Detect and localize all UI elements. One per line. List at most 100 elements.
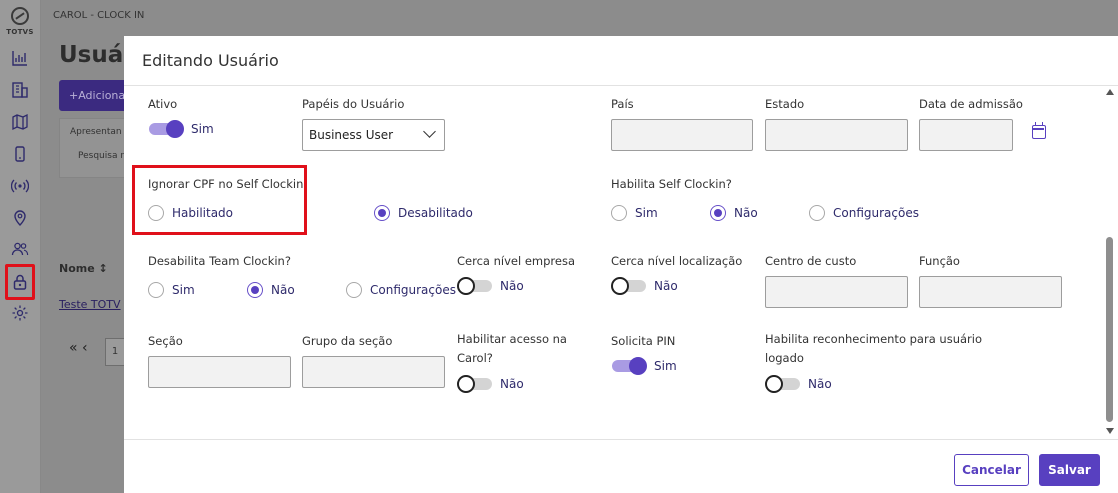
left-nav: TOTVS [0,0,41,493]
highlight-box [132,165,307,235]
cerca-empresa-toggle[interactable]: Não [457,277,524,295]
habilita-self-label: Habilita Self Clockin? [611,177,732,191]
estado-field[interactable] [765,119,908,151]
papeis-select[interactable]: Business User [302,119,445,151]
data-admissao-field[interactable] [919,119,1013,151]
radio-label: Configurações [370,283,456,297]
radio-label: Não [271,283,295,297]
habilita-self-nao-radio[interactable]: Não [710,205,758,221]
funcao-label: Função [919,254,960,268]
modal-header: Editando Usuário [124,36,1118,86]
calendar-icon[interactable] [1032,122,1046,139]
toggle-track [765,375,800,393]
present-label: Apresentan [70,127,122,137]
desabilita-team-sim-radio[interactable]: Sim [148,282,195,298]
cerca-empresa-label: Cerca nível empresa [457,254,575,268]
scroll-thumb[interactable] [1106,237,1113,422]
centro-custo-label: Centro de custo [765,254,857,268]
cerca-localizacao-toggle[interactable]: Não [611,277,678,295]
desabilita-team-label: Desabilita Team Clockin? [148,254,291,268]
toggle-label: Sim [654,359,677,373]
habilitar-acesso-toggle[interactable]: Não [457,375,524,393]
save-button[interactable]: Salvar [1039,454,1100,486]
map-icon[interactable] [11,113,29,131]
table-row-link[interactable]: Teste TOTV [59,298,121,311]
habilita-self-sim-radio[interactable]: Sim [611,205,658,221]
users-icon[interactable] [11,240,29,258]
toggle-knob [166,120,184,138]
toggle-knob [457,277,475,295]
radio-label: Sim [172,283,195,297]
cerca-localizacao-label: Cerca nível localização [611,254,743,268]
radio-circle [710,205,726,221]
secao-field[interactable] [148,356,291,388]
pais-field[interactable] [611,119,753,151]
habilitar-acesso-label: Habilitar acesso na Carol? [457,332,567,365]
pager-page[interactable]: 1 [105,338,125,366]
radio-label: Não [734,206,758,220]
toggle-track [149,120,184,138]
add-user-button[interactable]: +Adiciona [59,80,129,111]
desabilita-team-nao-radio[interactable]: Não [247,282,295,298]
papeis-value: Business User [309,128,394,142]
ativo-toggle[interactable]: Sim [149,120,214,138]
grupo-secao-field[interactable] [302,356,445,388]
radio-label: Sim [635,206,658,220]
habilita-self-config-radio[interactable]: Configurações [809,205,919,221]
pais-label: País [611,97,634,111]
brand-label: TOTVS [6,28,34,36]
toggle-knob [765,375,783,393]
chevron-down-icon [423,125,436,138]
data-admissao-label: Data de admissão [919,97,1023,111]
radio-circle [346,282,362,298]
search-label: Pesquisa r [78,151,125,161]
centro-custo-field[interactable] [765,276,908,308]
toggle-track [612,357,647,375]
location-pin-icon[interactable] [11,209,29,227]
ativo-label: Ativo [148,97,178,111]
toggle-label: Não [500,279,524,293]
breadcrumb: CAROL - CLOCK IN [53,10,145,21]
scroll-down-icon[interactable] [1106,428,1114,434]
funcao-field[interactable] [919,276,1062,308]
toggle-label: Sim [191,122,214,136]
logo-icon [11,7,29,25]
device-icon[interactable] [11,145,29,163]
solicita-pin-label: Solicita PIN [611,334,676,348]
radio-label: Desabilitado [398,206,473,220]
scrollbar[interactable] [1102,87,1118,439]
secao-label: Seção [148,334,183,348]
building-icon[interactable] [11,81,29,99]
reconhecimento-label: Habilita reconhecimento para usuário log… [765,332,982,365]
estado-label: Estado [765,97,805,111]
toggle-track [457,375,492,393]
toggle-track [457,277,492,295]
chart-icon[interactable] [11,49,29,67]
grupo-secao-label: Grupo da seção [302,334,393,348]
toggle-knob [611,277,629,295]
papeis-label: Papéis do Usuário [302,97,405,111]
desabilita-team-config-radio[interactable]: Configurações [346,282,456,298]
ignorar-cpf-habilitado-radio[interactable]: Habilitado [148,205,233,221]
radio-circle [809,205,825,221]
ignorar-cpf-label: Ignorar CPF no Self Clockin [148,177,304,191]
toggle-label: Não [500,377,524,391]
radio-circle [611,205,627,221]
toggle-label: Não [654,279,678,293]
modal-title: Editando Usuário [142,51,279,70]
name-column-header[interactable]: Nome ↕ [59,262,108,275]
toggle-label: Não [808,377,832,391]
radio-circle [148,282,164,298]
modal-body: Ativo Sim Papéis do Usuário Business Use… [124,87,1118,439]
radio-label: Configurações [833,206,919,220]
gear-icon[interactable] [11,304,29,322]
pager-arrows[interactable]: « ‹ [69,340,88,356]
reconhecimento-toggle[interactable]: Não [765,375,832,393]
signal-icon[interactable] [11,177,29,195]
ignorar-cpf-desabilitado-radio[interactable]: Desabilitado [374,205,473,221]
scroll-up-icon[interactable] [1106,89,1114,95]
page-title: Usuá [59,42,124,68]
solicita-pin-toggle[interactable]: Sim [612,357,677,375]
radio-circle [374,205,390,221]
cancel-button[interactable]: Cancelar [954,454,1029,486]
